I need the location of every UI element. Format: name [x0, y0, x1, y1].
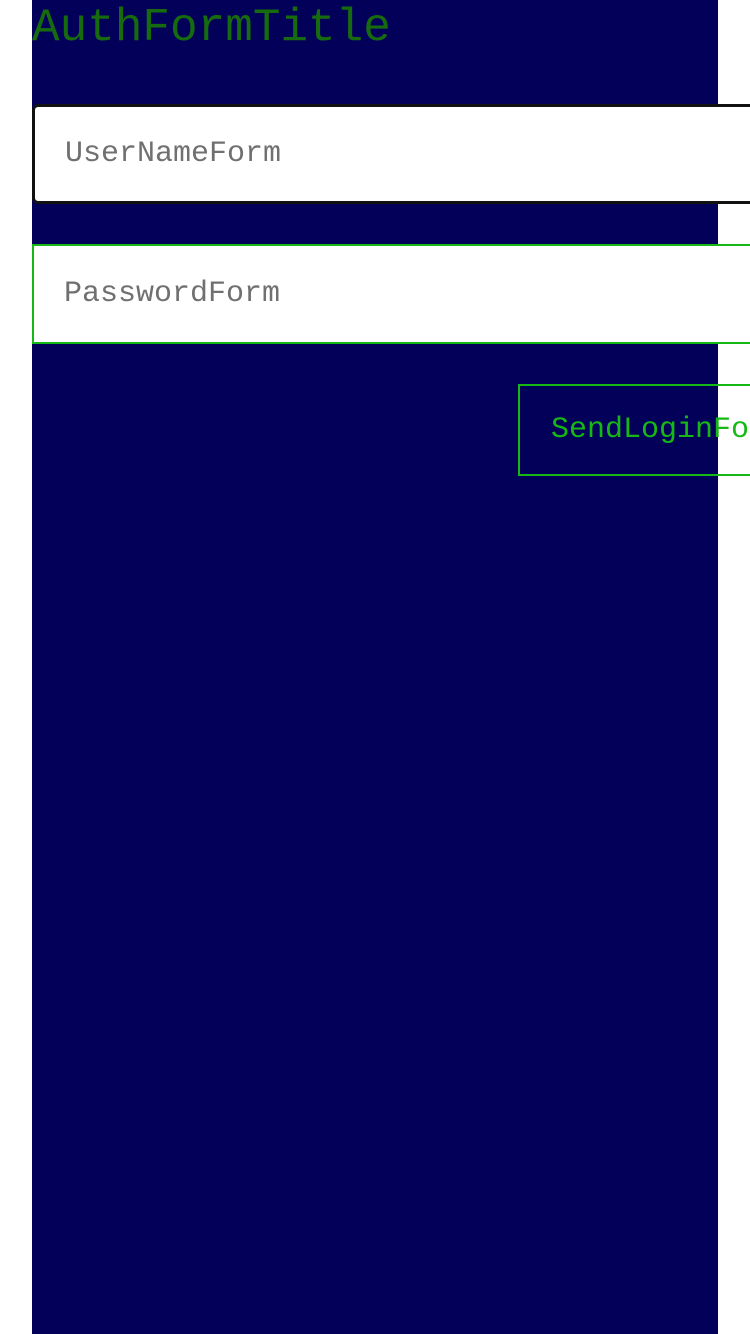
send-login-button[interactable]: SendLoginFo: [518, 384, 750, 476]
password-input[interactable]: [32, 244, 750, 344]
username-input[interactable]: [32, 104, 750, 204]
auth-form-title: AuthFormTitle: [32, 2, 391, 54]
